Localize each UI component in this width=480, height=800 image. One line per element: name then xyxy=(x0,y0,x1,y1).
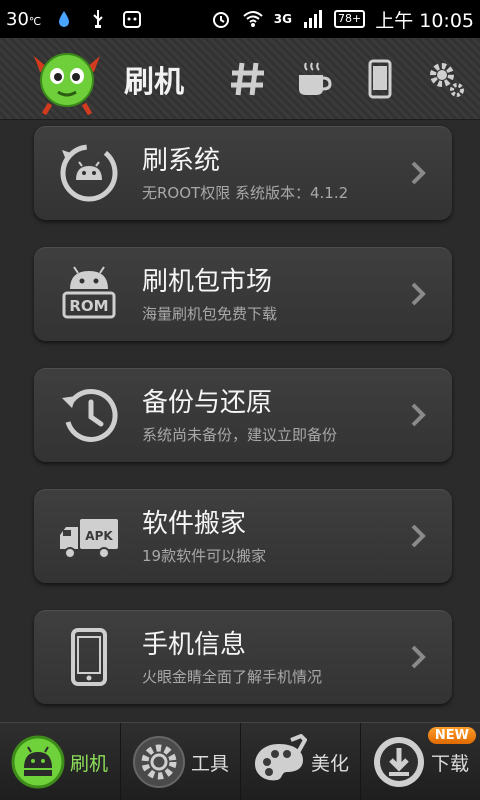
card-flash-system[interactable]: 刷系统 无ROOT权限 系统版本：4.1.2 xyxy=(34,126,452,220)
nav-tab-tools[interactable]: 工具 xyxy=(120,723,240,800)
app-header: 刷机 xyxy=(0,38,480,120)
nav-label: 美化 xyxy=(311,752,350,775)
android-icon xyxy=(11,735,65,789)
card-title: 备份与还原 xyxy=(142,387,273,418)
water-drop-icon xyxy=(59,11,70,27)
card-phone-info[interactable]: 手机信息 火眼金睛全面了解手机情况 xyxy=(34,610,452,704)
phone-info-icon xyxy=(71,628,107,686)
nav-label: 刷机 xyxy=(70,752,109,775)
alarm-face-icon xyxy=(123,11,142,28)
status-bar: 30℃ 3G 78+ 上午 10:05 xyxy=(0,0,480,38)
palette-icon xyxy=(255,734,307,781)
android-mascot-logo xyxy=(34,52,100,115)
wifi-icon xyxy=(243,11,263,27)
coffee-icon[interactable] xyxy=(294,59,334,99)
card-subtitle: 系统尚未备份，建议立即备份 xyxy=(142,425,338,444)
gear-icon xyxy=(133,736,185,788)
apk-truck-icon: APK xyxy=(60,519,118,559)
android-rom-icon: ROM xyxy=(62,266,116,319)
card-title: 刷系统 xyxy=(142,145,221,176)
chevron-right-icon xyxy=(411,403,426,427)
new-badge: NEW xyxy=(427,727,476,744)
signal-icon xyxy=(303,10,322,28)
chevron-right-icon xyxy=(411,524,426,548)
card-title: 软件搬家 xyxy=(142,508,247,539)
bottom-nav: 刷机 工具 美化 下载 NEW xyxy=(0,722,480,800)
hash-icon[interactable] xyxy=(228,59,268,99)
card-subtitle: 海量刷机包免费下载 xyxy=(142,304,278,323)
usb-icon xyxy=(93,10,103,28)
nav-label: 下载 xyxy=(431,752,470,775)
nav-tab-download[interactable]: 下载 NEW xyxy=(360,723,480,800)
gear-icon[interactable] xyxy=(426,59,466,99)
card-title: 刷机包市场 xyxy=(142,266,273,297)
download-icon xyxy=(374,737,424,787)
card-title: 手机信息 xyxy=(142,629,247,660)
card-rom-market[interactable]: ROM 刷机包市场 海量刷机包免费下载 xyxy=(34,247,452,341)
alarm-clock-icon xyxy=(212,12,229,28)
battery-indicator: 78+ xyxy=(333,10,366,28)
temperature-indicator: 30℃ xyxy=(6,8,42,30)
nav-label: 工具 xyxy=(191,752,230,775)
status-time: 上午 10:05 xyxy=(375,9,474,32)
history-icon xyxy=(62,389,118,442)
apk-label: APK xyxy=(85,529,113,543)
phone-icon[interactable] xyxy=(360,59,400,99)
card-backup-restore[interactable]: 备份与还原 系统尚未备份，建议立即备份 xyxy=(34,368,452,462)
card-subtitle: 19款软件可以搬家 xyxy=(142,546,267,565)
chevron-right-icon xyxy=(411,282,426,306)
page-title: 刷机 xyxy=(124,64,184,100)
card-subtitle: 无ROOT权限 系统版本：4.1.2 xyxy=(142,183,349,202)
chevron-right-icon xyxy=(411,645,426,669)
rom-label: ROM xyxy=(69,297,108,315)
android-refresh-icon xyxy=(60,144,118,202)
card-subtitle: 火眼金睛全面了解手机情况 xyxy=(142,667,323,686)
network-type: 3G xyxy=(273,12,292,26)
nav-tab-flash[interactable]: 刷机 xyxy=(0,723,120,800)
nav-tab-beautify[interactable]: 美化 xyxy=(240,723,360,800)
chevron-right-icon xyxy=(411,161,426,185)
card-app-move[interactable]: APK 软件搬家 19款软件可以搬家 xyxy=(34,489,452,583)
